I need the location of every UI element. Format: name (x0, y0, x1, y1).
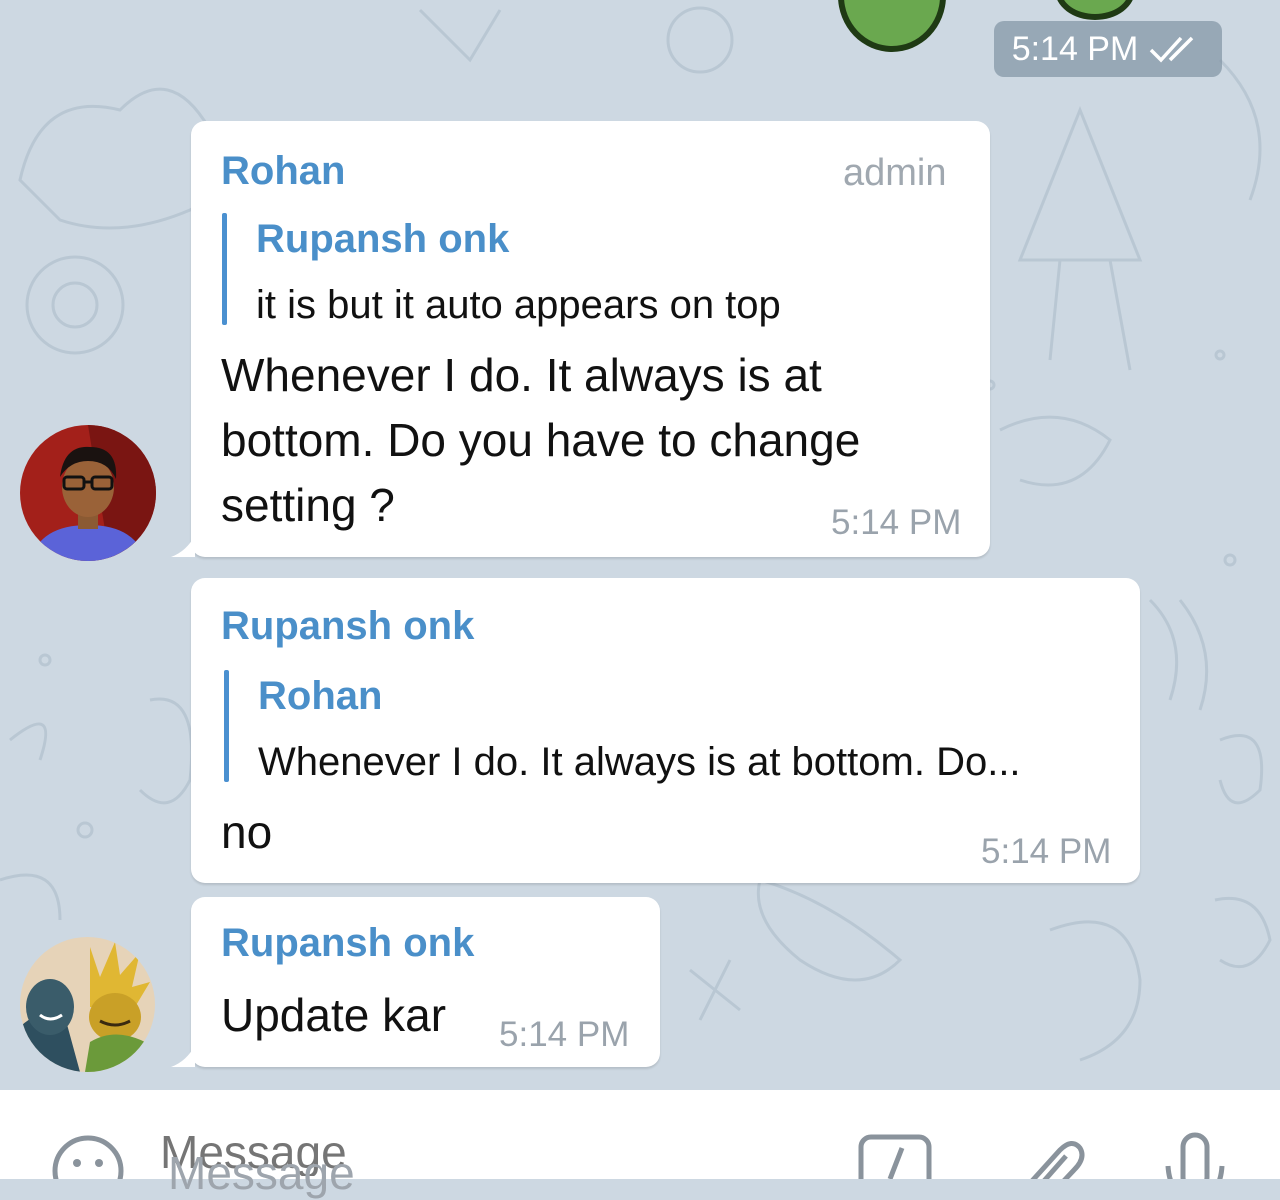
emoji-icon[interactable] (50, 1133, 126, 1179)
sticker-time-badge: 5:14 PM (994, 21, 1222, 77)
message-line: Whenever I do. It always is at (221, 349, 822, 401)
sender-name[interactable]: Rupansh onk (221, 921, 474, 966)
message-text: Update kar (221, 989, 447, 1041)
avatar-rohan[interactable] (20, 425, 156, 561)
admin-badge: admin (843, 152, 947, 194)
reply-text: it is but it auto appears on top (256, 283, 781, 327)
attach-icon[interactable] (1014, 1132, 1086, 1179)
reply-bar (224, 670, 229, 782)
message-text: no (221, 806, 273, 858)
bubble-tail (171, 535, 195, 557)
sender-name[interactable]: Rupansh onk (221, 604, 474, 649)
avatar-image (20, 937, 155, 1072)
sender-name[interactable]: Rohan (221, 149, 345, 194)
message-time: 5:14 PM (831, 503, 962, 542)
reply-sender: Rohan (258, 674, 383, 718)
message-line: bottom. Do you have to change (221, 414, 861, 466)
message-placeholder: Message (168, 1147, 355, 1199)
avatar-image (20, 425, 156, 561)
reply-sender: Rupansh onk (256, 217, 510, 261)
message-bubble[interactable]: Rohan admin Rupansh onk it is but it aut… (171, 121, 990, 557)
message-time: 5:14 PM (499, 1015, 630, 1054)
message-bubble[interactable]: Rupansh onk Rohan Whenever I do. It alwa… (191, 578, 1140, 883)
message-bubble[interactable]: Rupansh onk Update kar 5:14 PM (171, 897, 660, 1067)
bubble-tail (171, 1045, 195, 1067)
reply-text: Whenever I do. It always is at bottom. D… (258, 740, 1021, 784)
avatar-rupansh[interactable] (20, 937, 155, 1072)
bot-command-icon[interactable] (858, 1134, 934, 1179)
sticker-time: 5:14 PM (1011, 29, 1139, 68)
reply-bar (222, 213, 227, 325)
microphone-icon[interactable] (1160, 1132, 1230, 1179)
message-time: 5:14 PM (981, 832, 1112, 871)
double-check-icon (1150, 36, 1194, 63)
